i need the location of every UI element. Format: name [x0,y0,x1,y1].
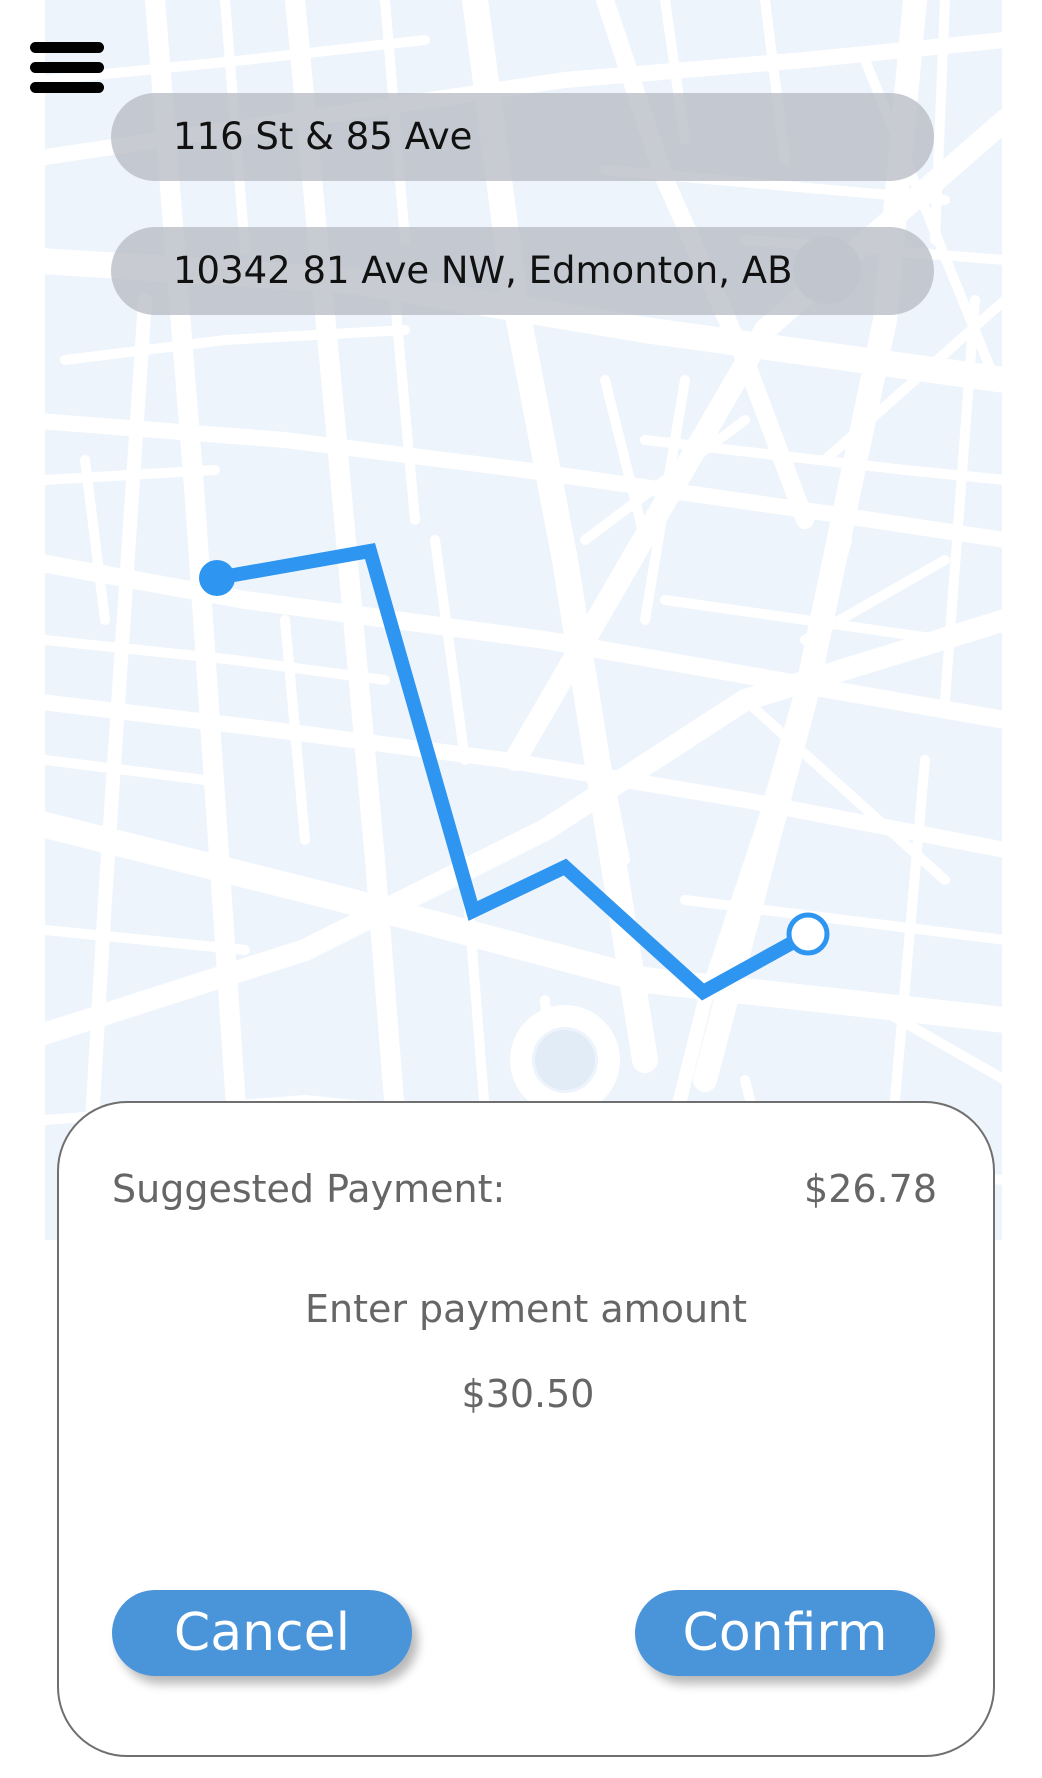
app-screen: 116 St & 85 Ave 10342 81 Ave NW, Edmonto… [0,0,1042,1778]
pickup-address-field[interactable]: 116 St & 85 Ave [111,93,934,181]
payment-amount-input[interactable] [369,1358,687,1430]
route-end-marker [786,912,830,956]
map-view[interactable] [45,0,1002,1240]
route-start-dot [199,560,235,596]
route-line [215,543,812,1001]
suggested-payment-value: $26.78 [804,1167,937,1211]
suggested-payment-label: Suggested Payment: [112,1167,506,1211]
cancel-button[interactable]: Cancel [112,1590,412,1676]
payment-panel: Suggested Payment: $26.78 Enter payment … [57,1101,995,1757]
dropoff-address-field[interactable]: 10342 81 Ave NW, Edmonton, AB [111,227,934,315]
confirm-button[interactable]: Confirm [635,1590,935,1676]
pickup-address-text: 116 St & 85 Ave [173,115,473,158]
enter-payment-label: Enter payment amount [304,1287,748,1331]
dropoff-address-text: 10342 81 Ave NW, Edmonton, AB [173,249,793,292]
menu-button[interactable] [28,40,108,100]
